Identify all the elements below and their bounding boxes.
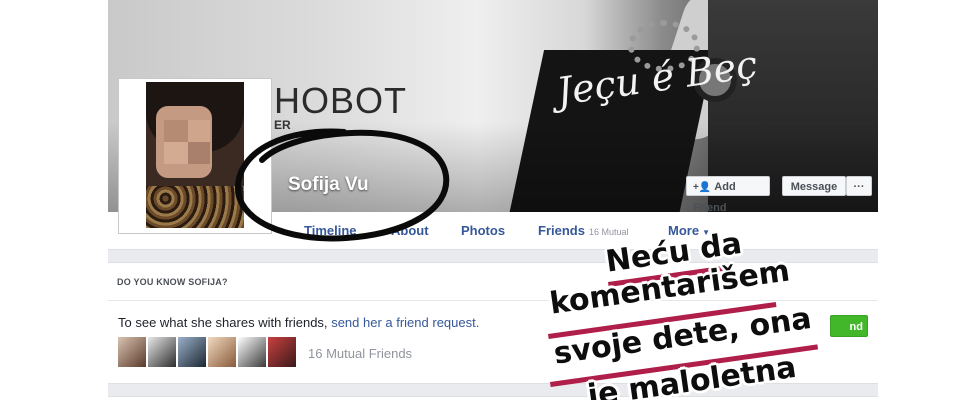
- mutual-friend-avatar[interactable]: [208, 337, 236, 367]
- send-friend-request-link[interactable]: send her a friend request.: [331, 315, 479, 330]
- message-button[interactable]: Message: [782, 176, 846, 196]
- more-options-button[interactable]: ···: [846, 176, 872, 196]
- cover-brand-text: HOBOT: [274, 80, 408, 121]
- do-you-know-title: DO YOU KNOW SOFIJA?: [117, 277, 228, 287]
- mutual-friend-avatar[interactable]: [178, 337, 206, 367]
- avatar-blur-pixel: [164, 120, 188, 142]
- mutual-friend-avatar[interactable]: [268, 337, 296, 367]
- avatar-blur-pixel: [188, 120, 210, 142]
- friend-request-prompt-text: To see what she shares with friends,: [118, 315, 328, 330]
- mutual-friends-count[interactable]: 16 Mutual Friends: [308, 346, 412, 361]
- avatar-blur-pixel: [188, 142, 210, 164]
- friend-request-prompt: To see what she shares with friends, sen…: [118, 315, 479, 330]
- add-friend-button[interactable]: +👤 Add Friend: [686, 176, 770, 214]
- tab-photos[interactable]: Photos: [461, 223, 505, 238]
- hand-drawn-circle: [234, 128, 450, 242]
- mutual-friend-avatar[interactable]: [148, 337, 176, 367]
- mutual-friend-avatar[interactable]: [118, 337, 146, 367]
- screenshot: Jeçu é Beç HOBOT ER Sofija Vu +👤Add Fri…: [0, 0, 980, 400]
- add-friend-icon: +👤: [693, 182, 712, 193]
- article-caption-overlay: Neću da komentarišem svoje dete, ona je …: [546, 226, 876, 400]
- mutual-friend-avatar[interactable]: [238, 337, 266, 367]
- avatar-blur-pixel: [164, 142, 188, 164]
